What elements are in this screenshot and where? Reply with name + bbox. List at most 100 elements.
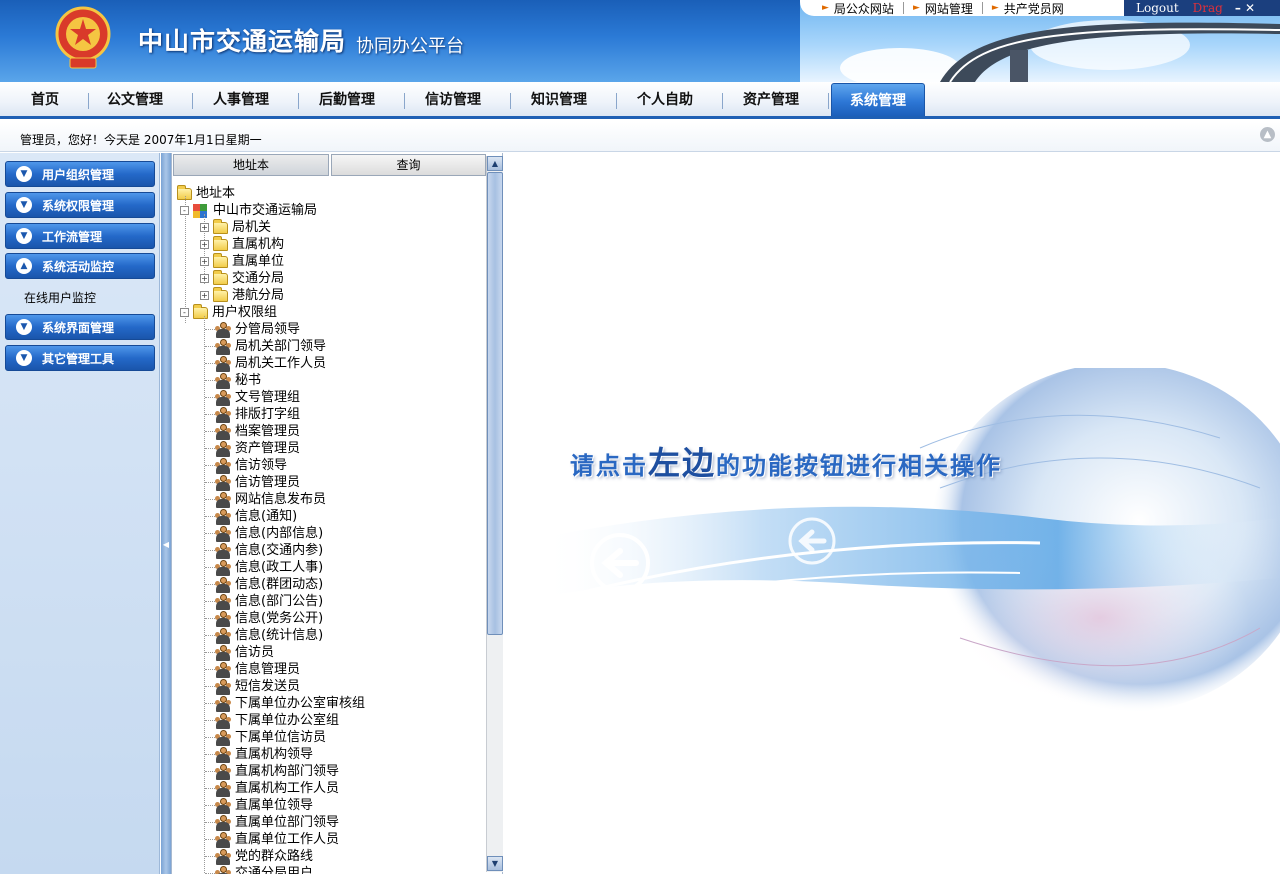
nav-petitions[interactable]: 信访管理 (408, 82, 498, 116)
tree-connector (205, 737, 215, 738)
tree-node-user-group[interactable]: 短信发送员 (215, 678, 300, 695)
menu-user-org[interactable]: ▼ 用户组织管理 (5, 161, 155, 187)
tree-node-user-group[interactable]: 资产管理员 (215, 440, 300, 457)
window-controls[interactable]: – ✕ (1235, 1, 1255, 15)
tree-node-user-group[interactable]: 直属机构部门领导 (215, 763, 339, 780)
tab-search[interactable]: 查询 (331, 154, 486, 176)
tree-node-user-group[interactable]: 交通分局用户 (215, 865, 313, 874)
nav-home[interactable]: 首页 (4, 82, 86, 116)
tree-node-user-group[interactable]: 信息(内部信息) (215, 525, 323, 542)
tree-node-user-group[interactable]: 信息(政工人事) (215, 559, 323, 576)
top-link-public-site[interactable]: ► 局公众网站 (822, 0, 903, 17)
tree-panel: 地址本 查询 地址本 - 中山市交通运输局 + 局机关 + 直属机构 + 直属单位 + 交通分局 + 港… (171, 153, 503, 874)
tree-connector (205, 550, 215, 551)
tree-node-user-group[interactable]: 信访领导 (215, 457, 287, 474)
tree-node-label: 交通分局用户 (235, 866, 314, 874)
drag-handle[interactable]: Drag (1193, 1, 1223, 15)
tree-node-user-group[interactable]: 信息(交通内参) (215, 542, 323, 559)
scroll-up-icon[interactable]: ▲ (1260, 127, 1275, 142)
tree-connector (205, 499, 215, 500)
tree-node-user-group[interactable]: 下属单位信访员 (215, 729, 326, 746)
greeting-text: 管理员，您好！今天是 2007年1月1日星期一 (20, 133, 262, 147)
tree-node-user-group[interactable]: 信息管理员 (215, 661, 300, 678)
tree-node-user-group[interactable]: 信访管理员 (215, 474, 300, 491)
tree-node-user-group[interactable]: 信息(群团动态) (215, 576, 323, 593)
menu-other-tools[interactable]: ▼ 其它管理工具 (5, 345, 155, 371)
tree-scrollbar[interactable]: ▲ ▼ (486, 156, 503, 872)
user-group-icon (215, 814, 231, 831)
menu-workflow[interactable]: ▼ 工作流管理 (5, 223, 155, 249)
tree-node-user-group[interactable]: 直属单位领导 (215, 797, 313, 814)
user-group-icon (215, 542, 231, 559)
tree-node-label: 信息(交通内参) (235, 543, 324, 558)
nav-personnel[interactable]: 人事管理 (196, 82, 286, 116)
tree-node-permission-groups[interactable]: - 用户权限组 (180, 303, 277, 321)
tree-node-user-group[interactable]: 直属机构工作人员 (215, 780, 339, 797)
tree-node-user-group[interactable]: 直属单位部门领导 (215, 814, 339, 831)
tree-node-user-group[interactable]: 下属单位办公室组 (215, 712, 339, 729)
expand-icon[interactable]: + (200, 257, 209, 266)
tree-node-user-group[interactable]: 文号管理组 (215, 389, 300, 406)
tree-node-user-group[interactable]: 分管局领导 (215, 321, 300, 338)
menu-activity-monitor[interactable]: ▲ 系统活动监控 (5, 253, 155, 279)
tree-node-user-group[interactable]: 党的群众路线 (215, 848, 313, 865)
tree-node-department[interactable]: + 交通分局 (200, 269, 284, 287)
tree-node-department[interactable]: + 局机关 (200, 218, 271, 236)
tree-node-user-group[interactable]: 下属单位办公室审核组 (215, 695, 365, 712)
tree-node-department[interactable]: + 直属单位 (200, 252, 284, 270)
expand-icon[interactable]: + (200, 223, 209, 232)
tree-node-org[interactable]: - 中山市交通运输局 (180, 202, 317, 219)
scroll-up-arrow-icon[interactable]: ▲ (487, 156, 503, 171)
logout-link[interactable]: Logout (1136, 1, 1179, 15)
tree-node-department[interactable]: + 港航分局 (200, 286, 284, 304)
tree-node-user-group[interactable]: 秘书 (215, 372, 261, 389)
nav-system-admin[interactable]: 系统管理 (831, 83, 925, 116)
tree-node-user-group[interactable]: 信息(通知) (215, 508, 297, 525)
collapse-icon[interactable]: - (180, 308, 189, 317)
tree-node-user-group[interactable]: 信息(部门公告) (215, 593, 323, 610)
menu-ui-management[interactable]: ▼ 系统界面管理 (5, 314, 155, 340)
tree-connector (205, 788, 215, 789)
nav-knowledge[interactable]: 知识管理 (514, 82, 604, 116)
tree-connector (205, 567, 215, 568)
tree-node-user-group[interactable]: 排版打字组 (215, 406, 300, 423)
top-link-site-admin[interactable]: ► 网站管理 (913, 0, 982, 17)
scroll-down-arrow-icon[interactable]: ▼ (487, 856, 503, 871)
tree-node-user-group[interactable]: 局机关工作人员 (215, 355, 326, 372)
panel-splitter[interactable]: ◀ (161, 153, 171, 874)
tree-node-user-group[interactable]: 信息(党务公开) (215, 610, 323, 627)
menu-permissions[interactable]: ▼ 系统权限管理 (5, 192, 155, 218)
user-group-icon (215, 372, 231, 389)
tree-node-user-group[interactable]: 直属单位工作人员 (215, 831, 339, 848)
nav-divider (616, 93, 617, 109)
tree-node-user-group[interactable]: 信息(统计信息) (215, 627, 323, 644)
tree-node-user-group[interactable]: 档案管理员 (215, 423, 300, 440)
expand-icon[interactable]: + (200, 240, 209, 249)
tree-node-user-group[interactable]: 直属机构领导 (215, 746, 313, 763)
nav-documents[interactable]: 公文管理 (90, 82, 180, 116)
user-group-icon (215, 559, 231, 576)
user-group-icon (215, 797, 231, 814)
nav-logistics[interactable]: 后勤管理 (302, 82, 392, 116)
user-group-icon (215, 746, 231, 763)
expand-icon[interactable]: + (200, 291, 209, 300)
top-link-party-site[interactable]: ► 共产党员网 (992, 0, 1073, 17)
tree-node-user-group[interactable]: 局机关部门领导 (215, 338, 326, 355)
collapse-icon[interactable]: - (180, 206, 189, 215)
chevron-down-icon: ▼ (16, 350, 32, 366)
tree-node-user-group[interactable]: 网站信息发布员 (215, 491, 326, 508)
status-bar: 管理员，您好！今天是 2007年1月1日星期一 ▲ (0, 122, 1280, 152)
collapse-left-icon[interactable]: ◀ (162, 539, 170, 551)
user-group-icon (215, 576, 231, 593)
tree-node-department[interactable]: + 直属机构 (200, 235, 284, 253)
scrollbar-thumb[interactable] (487, 172, 503, 635)
tree-node-label: 文号管理组 (235, 390, 301, 405)
tab-address-book[interactable]: 地址本 (173, 154, 329, 176)
nav-self-service[interactable]: 个人自助 (620, 82, 710, 116)
nav-assets[interactable]: 资产管理 (726, 82, 816, 116)
tree-node-label: 直属机构工作人员 (235, 781, 340, 796)
tree-node-user-group[interactable]: 信访员 (215, 644, 274, 661)
expand-icon[interactable]: + (200, 274, 209, 283)
submenu-online-users[interactable]: 在线用户监控 (24, 289, 96, 306)
folder-icon (193, 303, 208, 319)
